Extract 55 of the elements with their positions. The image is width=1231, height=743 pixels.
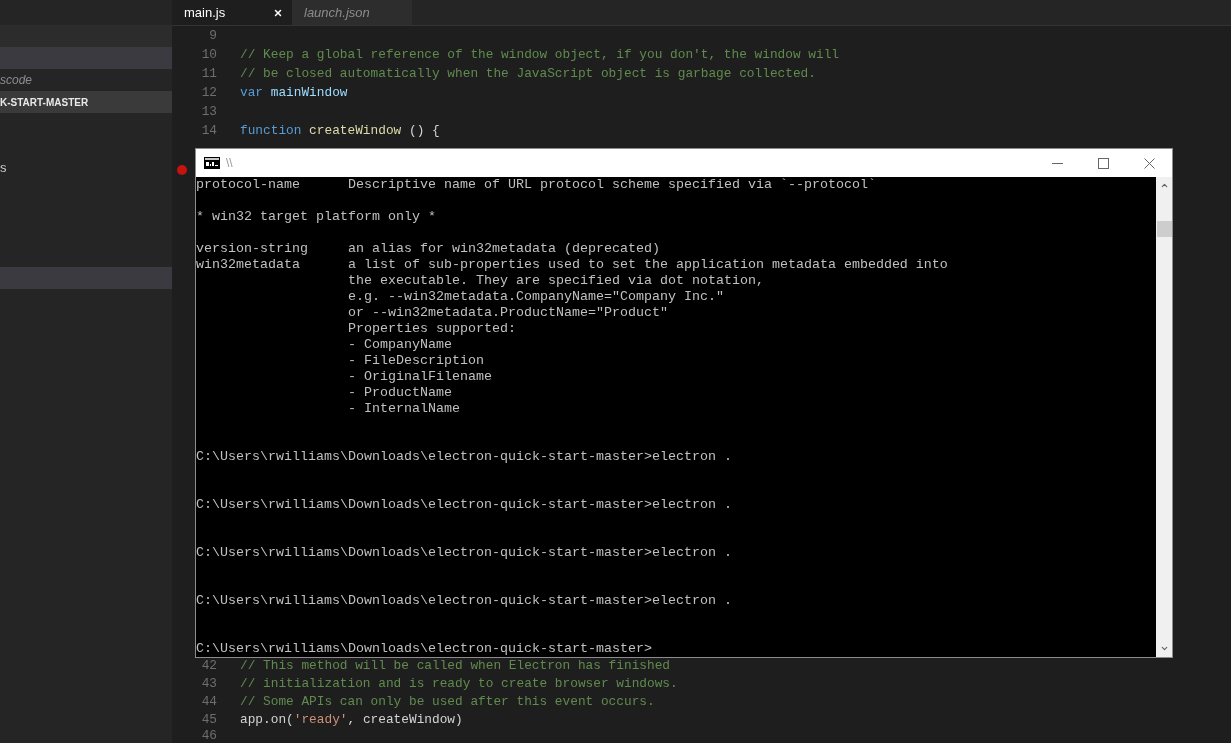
- line-number: 44: [201, 693, 217, 711]
- line-number: 42: [201, 657, 217, 675]
- option-name: version-string: [196, 241, 309, 257]
- option-description: a list of sub-properties used to set the application metadata embedded into: [348, 257, 948, 273]
- output-line: * win32 target platform only *: [196, 209, 436, 225]
- description-line: - FileDescription: [348, 353, 484, 369]
- line-number: 13: [201, 103, 217, 121]
- code-line: // initialization and is ready to create browser windows.: [240, 675, 678, 693]
- description-line: or --win32metadata.ProductName="Product": [348, 305, 668, 321]
- line-number: 14: [201, 122, 217, 140]
- code-line: var mainWindow: [240, 84, 348, 102]
- scrollbar[interactable]: [1156, 177, 1172, 657]
- close-icon[interactable]: [273, 7, 283, 18]
- editor-tab[interactable]: launch.json: [292, 0, 412, 25]
- description-line: - OriginalFilename: [348, 369, 492, 385]
- option-name: protocol-name: [196, 177, 301, 193]
- line-number: 12: [201, 84, 217, 102]
- code-line: function createWindow () {: [240, 122, 440, 140]
- command-prompt-line: C:\Users\rwilliams\Downloads\electron-quick-start-master>electron .: [196, 497, 732, 513]
- description-line: - InternalName: [348, 401, 460, 417]
- option-name: win32metadata: [196, 257, 301, 273]
- editor-tab[interactable]: main.js: [172, 0, 292, 25]
- terminal-icon: [204, 157, 220, 169]
- chevron-down-icon[interactable]: [1159, 644, 1169, 653]
- chevron-up-icon[interactable]: [1159, 181, 1169, 190]
- description-line: - ProductName: [348, 385, 452, 401]
- code-line: // Some APIs can only be used after this event occurs.: [240, 693, 655, 711]
- description-line: - CompanyName: [348, 337, 452, 353]
- line-number: 46: [201, 729, 217, 743]
- code-line: // Keep a global reference of the window object, if you don't, the window will: [240, 46, 839, 64]
- folder-description[interactable]: scode: [0, 71, 33, 89]
- description-line: Properties supported:: [348, 321, 516, 337]
- line-number: 45: [201, 711, 217, 729]
- window-title: \\: [226, 155, 233, 172]
- code-line: app.on('ready', createWindow): [240, 711, 463, 729]
- section-header[interactable]: K-START-MASTER: [0, 91, 172, 113]
- description-line: e.g. --win32metadata.CompanyName="Company Inc.": [348, 289, 724, 305]
- maximize-icon[interactable]: [1097, 157, 1109, 169]
- description-line: the executable. They are specified via dot notation,: [348, 273, 764, 289]
- line-number: 10: [201, 46, 217, 64]
- command-prompt-line: C:\Users\rwilliams\Downloads\electron-quick-start-master>electron .: [196, 449, 732, 465]
- line-number: 11: [201, 65, 217, 83]
- minimize-icon[interactable]: [1051, 162, 1063, 164]
- command-prompt-line: C:\Users\rwilliams\Downloads\electron-quick-start-master>electron .: [196, 593, 732, 609]
- option-description: an alias for win32metadata (deprecated): [348, 241, 660, 257]
- breakpoint-icon[interactable]: [177, 165, 187, 175]
- line-number: 43: [201, 675, 217, 693]
- option-description: Descriptive name of URL protocol scheme specified via `--protocol`: [348, 177, 876, 193]
- code-line: // be closed automatically when the JavaScript object is garbage collected.: [240, 65, 816, 83]
- line-number: 9: [209, 27, 217, 45]
- file-name[interactable]: s: [0, 158, 7, 178]
- command-prompt-line: C:\Users\rwilliams\Downloads\electron-quick-start-master>electron .: [196, 545, 732, 561]
- code-line: // This method will be called when Electron has finished: [240, 657, 671, 675]
- command-prompt-line: C:\Users\rwilliams\Downloads\electron-quick-start-master>: [196, 641, 652, 657]
- scrollbar-thumb[interactable]: [1156, 221, 1172, 237]
